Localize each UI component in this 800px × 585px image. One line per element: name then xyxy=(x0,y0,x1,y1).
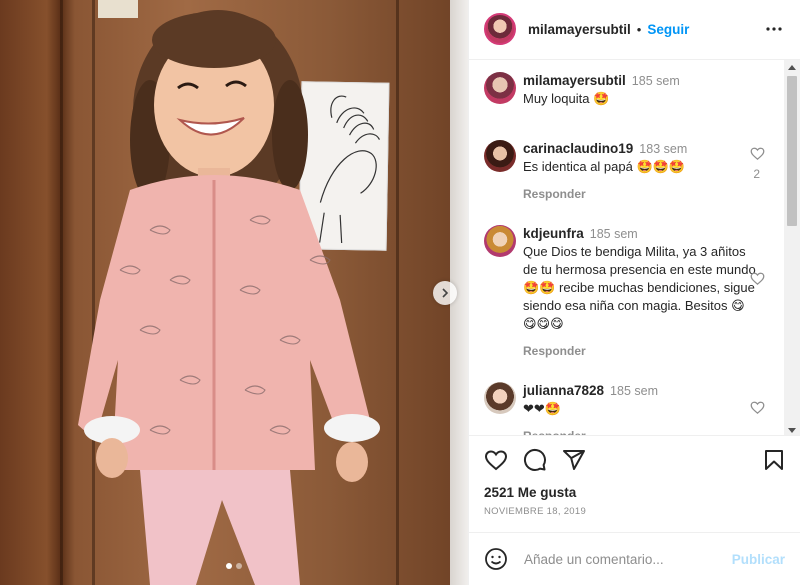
comment-text: Que Dios te bendiga Milita, ya 3 añitos … xyxy=(523,243,756,331)
comment-icon xyxy=(523,449,546,472)
more-horizontal-icon xyxy=(766,27,782,31)
comment-item: carinaclaudino19 183 sem Es identica al p… xyxy=(484,139,800,203)
owner-username[interactable]: milamayersubtil xyxy=(528,22,631,37)
comment-input[interactable] xyxy=(524,551,732,567)
heart-icon xyxy=(750,401,765,414)
caption: milamayersubtil 185 sem Muy loquita 🤩 xyxy=(484,71,800,108)
post-sidebar: milamayersubtil • Seguir milamayersubtil… xyxy=(468,0,800,585)
owner-avatar[interactable] xyxy=(484,13,516,46)
emoji-button[interactable] xyxy=(484,547,508,571)
chevron-right-icon xyxy=(442,288,449,298)
girl-figure xyxy=(78,10,380,585)
comment-time[interactable]: 185 sem xyxy=(610,384,658,398)
comments-list[interactable]: milamayersubtil 185 sem Muy loquita 🤩 car… xyxy=(469,59,800,435)
caption-time[interactable]: 185 sem xyxy=(632,74,680,88)
reply-button[interactable]: Responder xyxy=(523,342,756,360)
publish-button[interactable]: Publicar xyxy=(732,552,785,567)
caption-username[interactable]: milamayersubtil xyxy=(523,73,626,88)
reply-button[interactable]: Responder xyxy=(523,427,756,435)
heart-icon xyxy=(750,272,765,285)
comment-like-button[interactable] xyxy=(750,271,765,289)
comment-username[interactable]: julianna7828 xyxy=(523,383,604,398)
heart-icon xyxy=(484,450,508,471)
comment-like-button[interactable] xyxy=(750,400,765,418)
carousel-dots xyxy=(226,563,242,569)
comment-avatar[interactable] xyxy=(484,381,516,414)
comment-username[interactable]: carinaclaudino19 xyxy=(523,141,633,156)
caption-avatar[interactable] xyxy=(484,71,516,104)
comment-button[interactable] xyxy=(523,448,547,472)
comment-avatar[interactable] xyxy=(484,139,516,172)
comment-username[interactable]: kdjeunfra xyxy=(523,226,584,241)
post-date[interactable]: NOVIEMBRE 18, 2019 xyxy=(469,506,800,520)
instagram-post: milamayersubtil • Seguir milamayersubtil… xyxy=(0,0,800,585)
carousel-dot-active xyxy=(226,563,232,569)
likes-count[interactable]: 2521 Me gusta xyxy=(469,485,800,503)
follow-button[interactable]: Seguir xyxy=(647,22,689,37)
comment-like-count: 2 xyxy=(753,166,760,181)
post-header: milamayersubtil • Seguir xyxy=(469,0,800,60)
comment-time[interactable]: 183 sem xyxy=(639,142,687,156)
caption-text: Muy loquita 🤩 xyxy=(523,90,610,106)
heart-icon xyxy=(750,147,765,160)
comment-avatar[interactable] xyxy=(484,224,516,257)
save-button[interactable] xyxy=(762,448,786,472)
comment-like-button[interactable] xyxy=(750,146,765,164)
reply-button[interactable]: Responder xyxy=(523,185,756,203)
comment-item: kdjeunfra 185 sem Que Dios te bendiga Mil… xyxy=(484,224,800,360)
carousel-next-button[interactable] xyxy=(433,281,457,305)
post-actions xyxy=(469,434,800,485)
more-options-button[interactable] xyxy=(762,17,786,41)
comment-text: Es identica al papá 🤩🤩🤩 xyxy=(523,158,686,174)
emoji-smile-icon xyxy=(485,548,507,571)
scroll-up-arrow[interactable] xyxy=(788,64,796,70)
comment-item: julianna7828 185 sem ❤❤🤩 Responder xyxy=(484,381,800,435)
like-button[interactable] xyxy=(484,448,508,472)
share-button[interactable] xyxy=(562,448,586,472)
send-icon xyxy=(563,450,585,471)
comment-text: ❤❤🤩 xyxy=(523,400,561,416)
add-comment-row: Publicar xyxy=(469,532,800,585)
bookmark-icon xyxy=(765,450,783,471)
post-photo[interactable] xyxy=(0,0,468,585)
header-separator: • xyxy=(636,21,642,37)
comment-time[interactable]: 185 sem xyxy=(590,227,638,241)
carousel-dot xyxy=(236,563,242,569)
